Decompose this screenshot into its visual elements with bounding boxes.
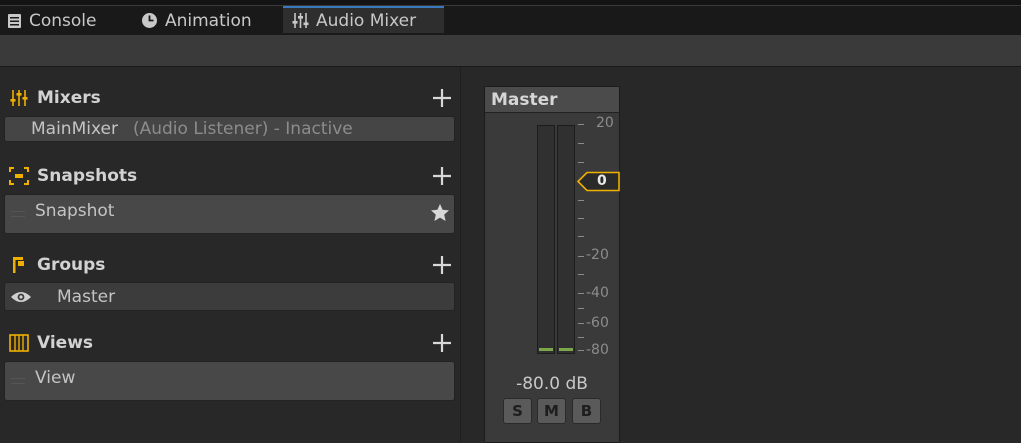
meter-level bbox=[539, 348, 553, 351]
view-name: View bbox=[35, 368, 76, 388]
scale-label-minus80: -80 bbox=[586, 342, 609, 358]
scale-label-minus20: -20 bbox=[586, 247, 609, 263]
add-mixer-icon[interactable] bbox=[430, 86, 454, 110]
snapshot-name: Snapshot bbox=[35, 201, 115, 221]
animation-clock-icon bbox=[142, 13, 157, 28]
scale-tick bbox=[578, 200, 584, 201]
views-icon bbox=[9, 334, 29, 352]
groups-title: Groups bbox=[37, 255, 106, 275]
volume-readout: -80.0 dB bbox=[516, 374, 588, 394]
bypass-button[interactable]: B bbox=[572, 398, 601, 424]
scale-tick bbox=[578, 274, 584, 275]
tab-animation[interactable]: Animation bbox=[141, 6, 252, 35]
drag-handle-icon[interactable] bbox=[11, 378, 25, 384]
tab-console-label: Console bbox=[29, 10, 97, 31]
tab-console[interactable]: Console bbox=[7, 6, 97, 35]
tab-animation-label: Animation bbox=[165, 10, 252, 31]
scale-tick bbox=[578, 308, 584, 309]
groups-icon bbox=[13, 257, 24, 273]
view-item[interactable]: View bbox=[4, 361, 455, 401]
mixer-detail: (Audio Listener) - Inactive bbox=[132, 119, 353, 139]
solo-button[interactable]: S bbox=[503, 398, 532, 424]
group-item-master[interactable]: Master bbox=[4, 282, 455, 311]
level-meter-right bbox=[557, 125, 575, 354]
scale-label-minus60: -60 bbox=[586, 315, 609, 331]
console-icon bbox=[8, 13, 21, 28]
scale-tick bbox=[578, 293, 584, 294]
scale-tick bbox=[578, 124, 584, 125]
tab-audio-mixer[interactable]: Audio Mixer bbox=[283, 6, 444, 33]
mixer-sliders-icon bbox=[292, 13, 309, 28]
mixers-section-header: Mixers bbox=[8, 86, 454, 110]
add-view-icon[interactable] bbox=[430, 331, 454, 355]
snapshots-title: Snapshots bbox=[37, 166, 138, 186]
mixers-icon bbox=[10, 90, 28, 106]
toolbar bbox=[0, 35, 1021, 67]
scale-tick bbox=[578, 143, 584, 144]
volume-fader-handle[interactable]: 0 bbox=[576, 171, 620, 192]
mixers-title: Mixers bbox=[37, 88, 101, 108]
scale-label-minus40: -40 bbox=[586, 285, 609, 301]
scale-tick bbox=[578, 218, 584, 219]
scale-tick bbox=[578, 162, 584, 163]
scale-tick bbox=[578, 350, 584, 351]
fader-value: 0 bbox=[597, 173, 607, 189]
scale-tick bbox=[578, 337, 584, 338]
mixer-item-mainmixer[interactable]: MainMixer (Audio Listener) - Inactive bbox=[4, 116, 455, 142]
groups-section-header: Groups bbox=[8, 253, 454, 277]
views-title: Views bbox=[37, 333, 94, 353]
add-snapshot-icon[interactable] bbox=[430, 164, 454, 188]
strip-title: Master bbox=[485, 87, 619, 113]
add-group-icon[interactable] bbox=[430, 253, 454, 277]
snapshots-section-header: Snapshots bbox=[8, 164, 454, 188]
snapshots-icon bbox=[9, 167, 29, 185]
drag-handle-icon[interactable] bbox=[11, 211, 25, 217]
group-name: Master bbox=[57, 286, 116, 307]
scale-label-20: 20 bbox=[596, 115, 614, 131]
meter-level bbox=[559, 348, 573, 351]
star-icon[interactable] bbox=[430, 203, 450, 222]
eye-icon[interactable] bbox=[10, 290, 32, 304]
views-section-header: Views bbox=[8, 331, 454, 355]
mixer-sidebar: Mixers MainMixer (Audio Listener) - Inac… bbox=[0, 67, 461, 443]
tab-bar: Console Animation Audio Mixer bbox=[0, 0, 1021, 35]
level-meter-left bbox=[537, 125, 555, 354]
mixer-name: MainMixer bbox=[31, 119, 118, 139]
tab-audio-mixer-label: Audio Mixer bbox=[316, 10, 417, 31]
scale-tick bbox=[578, 323, 584, 324]
snapshot-item[interactable]: Snapshot bbox=[4, 194, 455, 234]
mute-button[interactable]: M bbox=[537, 398, 566, 424]
scale-tick bbox=[578, 256, 584, 257]
scale-tick bbox=[578, 236, 584, 237]
